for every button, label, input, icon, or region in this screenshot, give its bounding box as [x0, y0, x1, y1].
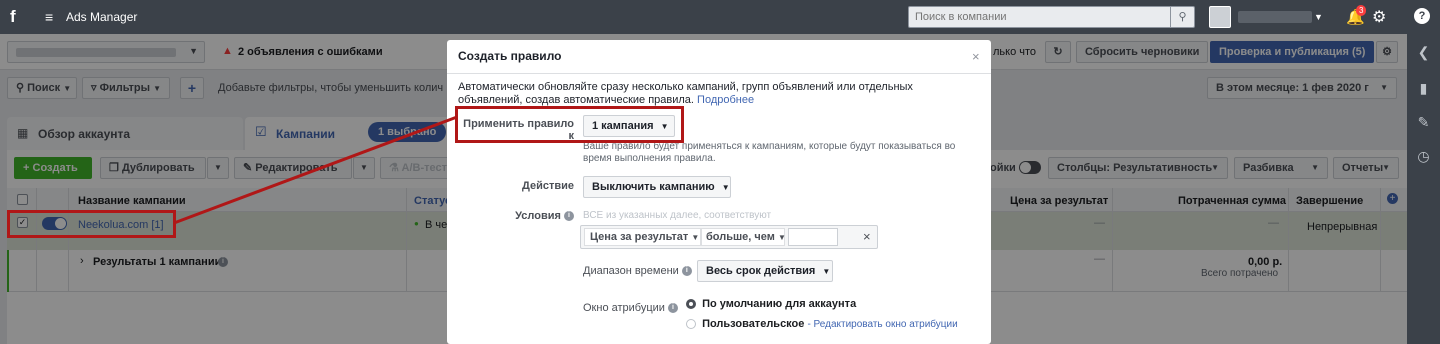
annotation-connector-arrow — [173, 115, 458, 225]
annotation-connector-line — [173, 115, 458, 225]
